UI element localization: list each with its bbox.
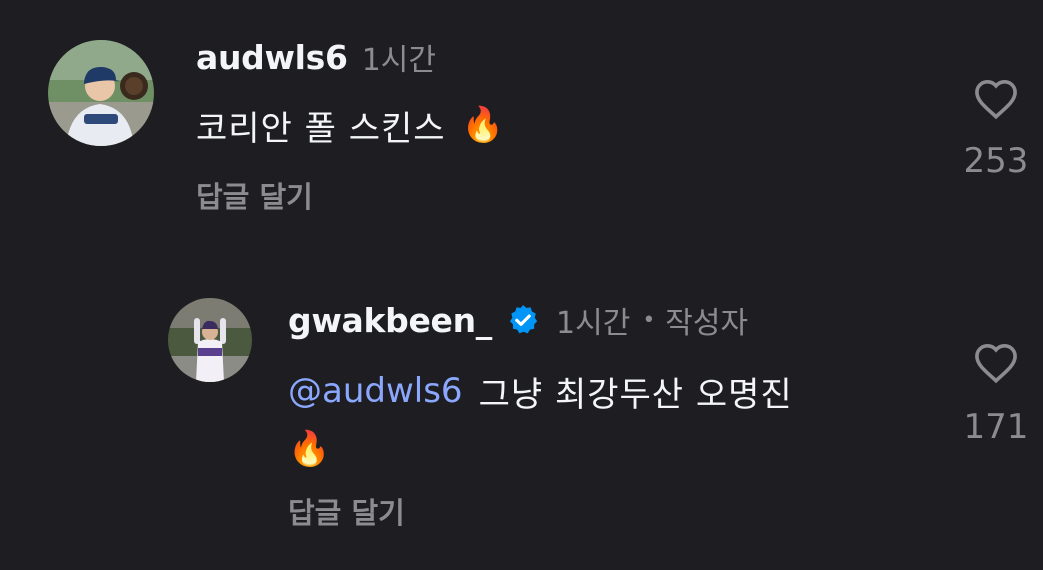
- like-count: 253: [963, 141, 1029, 181]
- avatar-photo-icon: [168, 298, 252, 382]
- comment-header: gwakbeen_ 1시간 • 작성자: [288, 297, 748, 343]
- like-button[interactable]: [973, 78, 1019, 120]
- author-badge: 작성자: [665, 306, 749, 341]
- comment-text: 코리안 폴 스킨스: [196, 108, 446, 149]
- heart-icon[interactable]: [973, 78, 1019, 120]
- mention-link[interactable]: @audwls6: [288, 371, 463, 411]
- timestamp: 1시간: [361, 43, 436, 78]
- verified-badge-icon: [506, 303, 540, 337]
- avatar-photo-icon: [48, 40, 154, 146]
- heart-icon[interactable]: [973, 342, 1019, 384]
- reply-button-label[interactable]: 답글 달기: [288, 490, 405, 532]
- comment-body: @audwls6 그냥 최강두산 오명진: [288, 366, 793, 416]
- comment-body: 코리안 폴 스킨스 🔥: [196, 100, 505, 150]
- username[interactable]: gwakbeen_: [288, 301, 492, 340]
- fire-emoji-icon: 🔥: [461, 105, 505, 145]
- reply-button-label[interactable]: 답글 달기: [196, 174, 313, 216]
- like-button[interactable]: [973, 342, 1019, 384]
- like-count: 171: [963, 407, 1029, 447]
- separator-dot: •: [642, 307, 656, 333]
- reply-link[interactable]: 답글 달기: [196, 174, 313, 216]
- avatar[interactable]: [168, 298, 252, 382]
- comment-header: audwls6 1시간: [196, 36, 436, 79]
- comment-text: 그냥 최강두산 오명진: [478, 374, 793, 415]
- comment-body-line-2: 🔥: [288, 424, 331, 474]
- fire-emoji-icon: 🔥: [288, 429, 332, 469]
- reply-link[interactable]: 답글 달기: [288, 490, 405, 532]
- avatar[interactable]: [48, 40, 154, 146]
- timestamp: 1시간: [556, 306, 631, 341]
- username[interactable]: audwls6: [196, 38, 348, 77]
